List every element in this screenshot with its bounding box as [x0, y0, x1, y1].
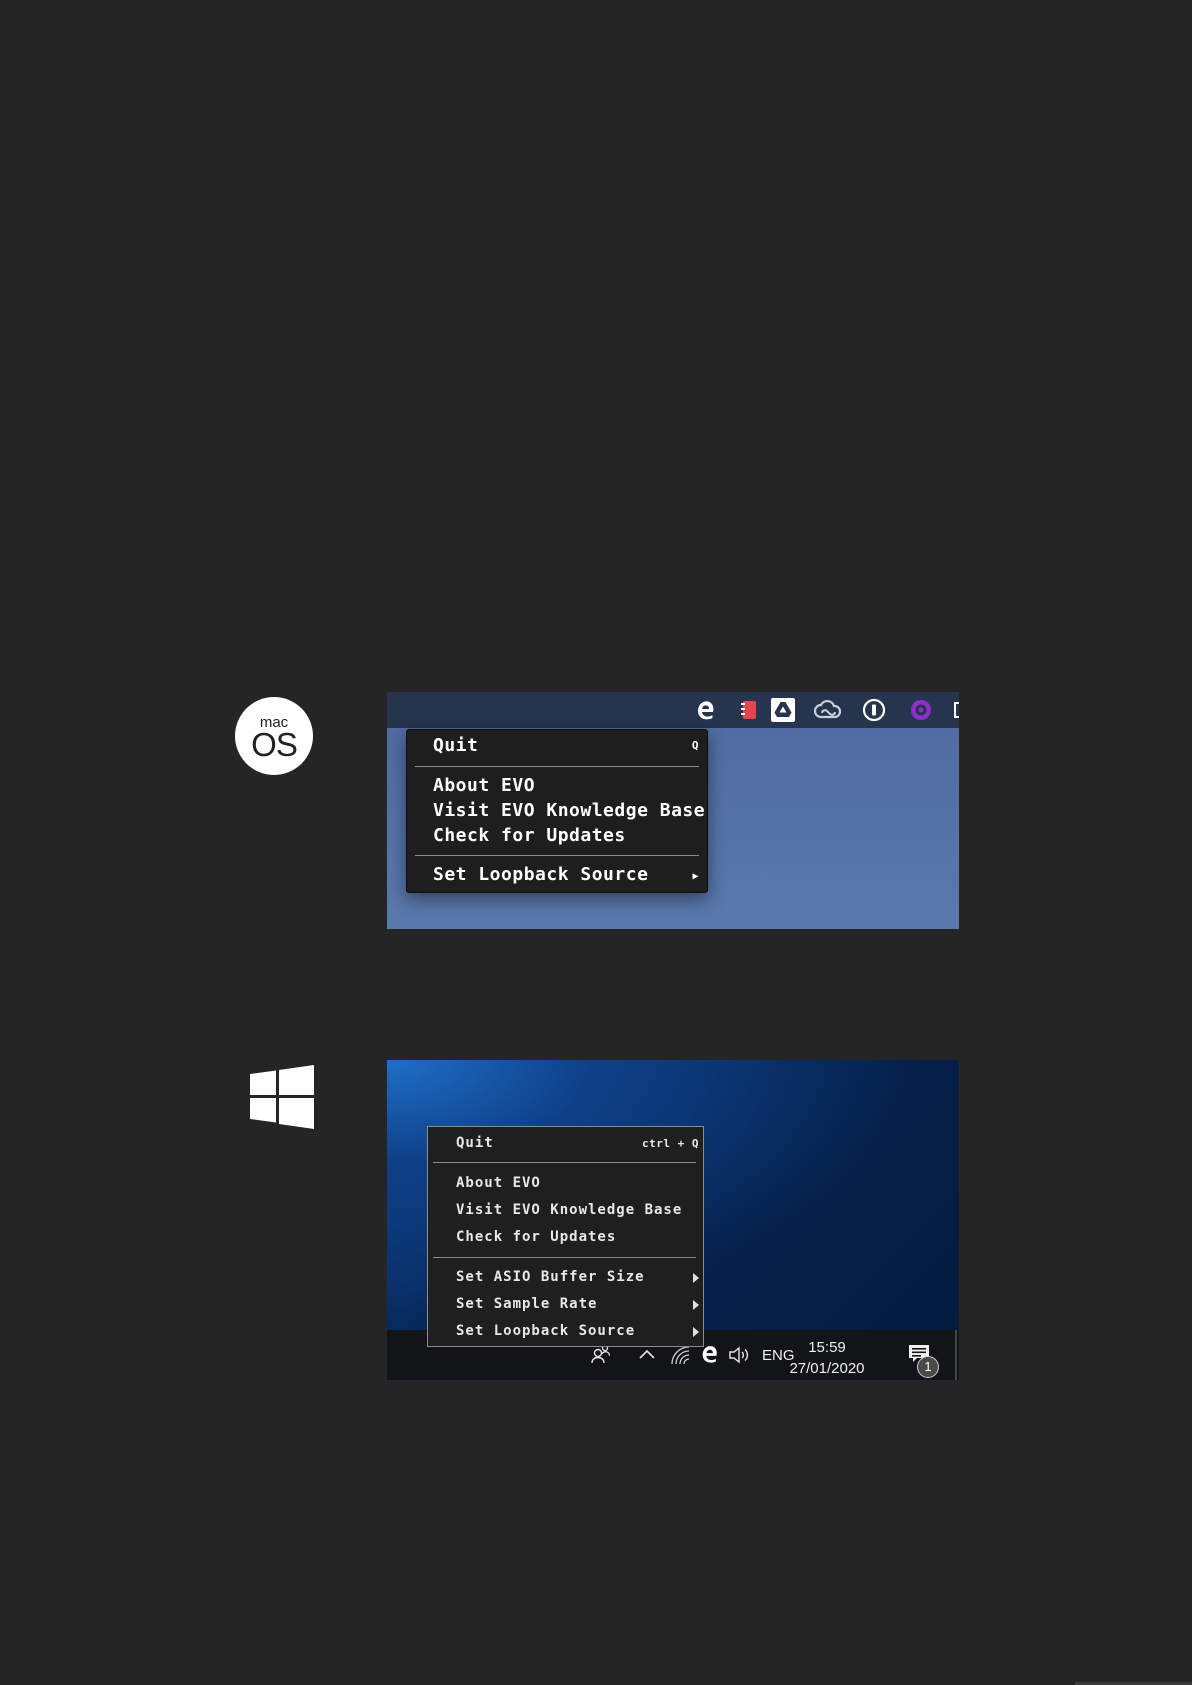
menu-item-set-sample-rate[interactable]: Set Sample Rate — [456, 1296, 597, 1312]
show-desktop-divider[interactable] — [955, 1330, 957, 1380]
menu-item-set-asio-buffer-size[interactable]: Set ASIO Buffer Size — [456, 1269, 645, 1285]
password-manager-icon[interactable] — [862, 698, 886, 722]
network-icon[interactable] — [669, 1344, 691, 1366]
submenu-arrow-icon — [693, 1327, 699, 1337]
creative-cloud-icon[interactable] — [813, 698, 843, 722]
menu-separator — [415, 766, 699, 767]
evo-app-icon[interactable] — [909, 698, 933, 722]
menu-item-label: Quit — [456, 1135, 494, 1151]
menu-item-label: About EVO — [456, 1175, 541, 1191]
menu-item-quit[interactable]: Quit — [456, 1135, 494, 1151]
menu-separator — [433, 1162, 696, 1163]
menu-separator — [415, 855, 699, 856]
macos-logo: mac OS — [235, 697, 313, 775]
menu-item-label: Set Sample Rate — [456, 1296, 598, 1312]
windows-screenshot: ENG 15:59 27/01/2020 1 Quit ctrl + Q Abo… — [387, 1060, 959, 1380]
menu-item-check-updates[interactable]: Check for Updates — [456, 1229, 616, 1245]
edge-browser-icon[interactable] — [694, 698, 718, 722]
menu-item-label: Set Loopback Source — [433, 864, 649, 885]
notebook-icon[interactable] — [737, 698, 761, 722]
menu-item-set-loopback-source[interactable]: Set Loopback Source — [433, 864, 648, 885]
submenu-arrow-icon — [693, 1300, 699, 1310]
submenu-arrow-icon — [693, 1273, 699, 1283]
google-drive-icon[interactable] — [771, 698, 795, 722]
menu-item-label: Check for Updates — [433, 825, 626, 846]
windows-logo — [250, 1065, 314, 1129]
menu-item-visit-knowledge-base[interactable]: Visit EVO Knowledge Base — [433, 800, 705, 821]
chevron-up-icon[interactable] — [637, 1345, 657, 1365]
menu-item-label: Visit EVO Knowledge Base — [433, 800, 706, 821]
menu-item-label: Quit — [433, 735, 479, 756]
macos-menu-bar — [387, 692, 959, 728]
menu-item-label: Set Loopback Source — [456, 1323, 636, 1339]
taskbar-clock[interactable]: 15:59 27/01/2020 — [787, 1337, 867, 1379]
macos-screenshot: Quit Q About EVO Visit EVO Knowledge Bas… — [387, 692, 959, 929]
partial-tray-icon[interactable] — [953, 698, 959, 722]
menu-item-label: Check for Updates — [456, 1229, 617, 1245]
clock-time: 15:59 — [808, 1339, 846, 1356]
menu-item-check-updates[interactable]: Check for Updates — [433, 825, 626, 846]
menu-item-label: Visit EVO Knowledge Base — [456, 1202, 683, 1218]
menu-item-label: About EVO — [433, 775, 536, 796]
menu-item-about[interactable]: About EVO — [456, 1175, 541, 1191]
quit-shortcut: Q — [691, 739, 699, 752]
menu-separator — [433, 1257, 696, 1258]
menu-item-visit-knowledge-base[interactable]: Visit EVO Knowledge Base — [456, 1202, 682, 1218]
clock-date: 27/01/2020 — [789, 1360, 865, 1377]
volume-icon[interactable] — [727, 1343, 751, 1367]
menu-item-label: Set ASIO Buffer Size — [456, 1269, 645, 1285]
menu-item-quit[interactable]: Quit — [433, 735, 478, 756]
macos-context-menu: Quit Q About EVO Visit EVO Knowledge Bas… — [406, 729, 708, 893]
menu-item-set-loopback-source[interactable]: Set Loopback Source — [456, 1323, 635, 1339]
macos-logo-big-text: OS — [251, 726, 298, 763]
windows-context-menu: Quit ctrl + Q About EVO Visit EVO Knowle… — [427, 1126, 704, 1347]
notification-count-badge: 1 — [917, 1356, 939, 1378]
submenu-arrow-icon: ▶ — [692, 871, 699, 882]
quit-shortcut: ctrl + Q — [642, 1137, 699, 1150]
menu-item-about[interactable]: About EVO — [433, 775, 535, 796]
